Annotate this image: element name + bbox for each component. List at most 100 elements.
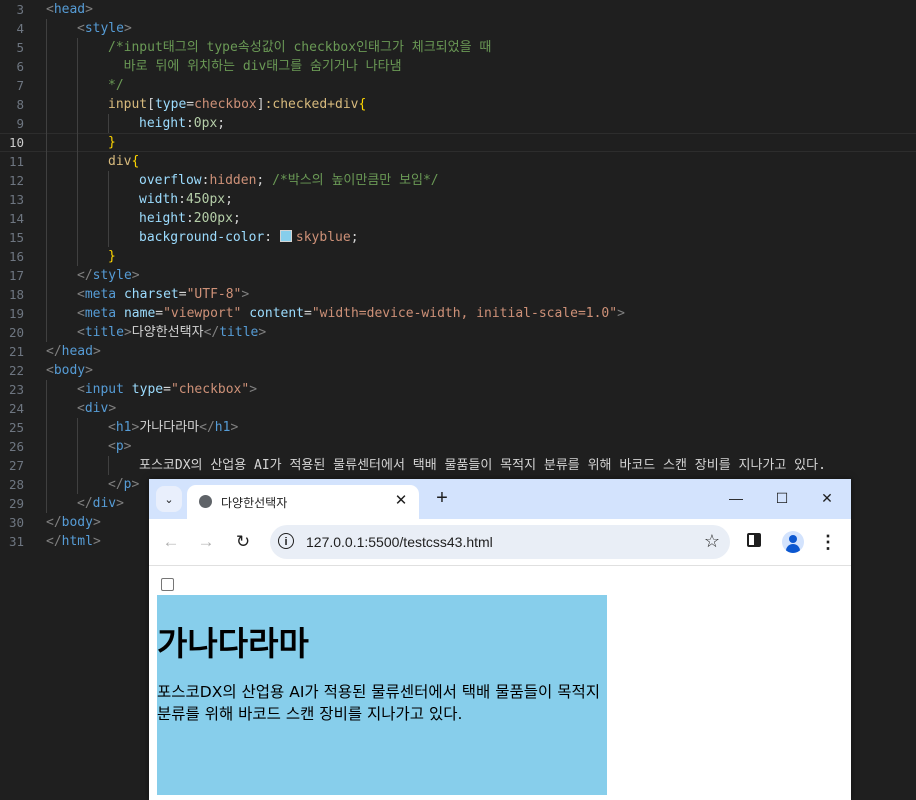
address-bar[interactable]: i 127.0.0.1:5500/testcss43.html ☆ [270,525,730,559]
maximize-button[interactable]: ☐ [760,485,804,511]
code-line[interactable]: 3 <head> [0,0,916,19]
line-number: 4 [16,21,24,36]
back-button[interactable]: ← [160,531,182,553]
bookmark-star-icon[interactable]: ☆ [704,531,720,552]
site-info-icon[interactable]: i [278,533,294,549]
code-token: </ [203,325,220,340]
indent-guide [77,114,78,133]
indent-guide [77,209,78,228]
code-token: 0px [193,116,218,131]
code-line[interactable]: 24 <div> [0,399,916,418]
code-line[interactable]: 5 /*input태그의 type속성값이 checkbox인태그가 체크되었을 … [0,38,916,57]
code-text: </style> [77,266,140,285]
indent-guide [77,95,78,114]
page-paragraph: 포스코DX의 산업용 AI가 적용된 물류센터에서 택배 물품들이 목적지 분류… [157,683,600,723]
indent-guide [46,95,47,114]
tab-close-button[interactable]: ✕ [391,491,411,511]
line-number: 19 [8,306,24,321]
indent-guide [46,38,47,57]
side-panel-icon[interactable] [747,533,761,547]
tab-search-button[interactable]: ⌄ [156,486,182,512]
code-line[interactable]: 11 div{ [0,152,916,171]
code-token: input [84,382,124,397]
code-line[interactable]: 6 바로 뒤에 위치하는 div태그를 숨기거나 나타냄 [0,57,916,76]
code-line[interactable]: 19 <meta name="viewport" content="width=d… [0,304,916,323]
code-token: title [84,325,124,340]
indent-guide [46,228,47,247]
code-line[interactable]: 18 <meta charset="UTF-8"> [0,285,916,304]
code-token: < [46,2,54,17]
code-line[interactable]: 8 input[type=checkbox]:checked+div{ [0,95,916,114]
code-token: charset [123,287,179,302]
chevron-down-icon: ⌄ [164,493,174,506]
code-line[interactable]: 23 <input type="checkbox"> [0,380,916,399]
minimize-button[interactable]: — [714,485,758,511]
code-token: height [139,116,186,131]
forward-button[interactable]: → [195,531,217,553]
code-token: html [61,534,93,549]
code-token: > [85,2,93,17]
code-line[interactable]: 21 </head> [0,342,916,361]
close-window-button[interactable]: ✕ [805,485,849,511]
demo-checkbox[interactable] [161,578,174,591]
code-token: ; [256,173,273,188]
url-text[interactable]: 127.0.0.1:5500/testcss43.html [306,534,493,550]
code-text: input[type=checkbox]:checked+div{ [108,95,366,114]
code-token: type [154,97,187,112]
code-line[interactable]: 26 <p> [0,437,916,456]
code-text: */ [108,76,124,95]
code-line[interactable]: 4 <style> [0,19,916,38]
code-token: style [92,268,132,283]
code-token: </ [46,515,62,530]
code-line[interactable]: 14 height:200px; [0,209,916,228]
page-viewport: 가나다라마 포스코DX의 산업용 AI가 적용된 물류센터에서 택배 물품들이 … [149,566,851,800]
code-token: ; [232,211,241,226]
code-token: "UTF-8" [186,287,242,302]
code-token: > [123,439,132,454]
code-line[interactable]: 22 <body> [0,361,916,380]
indent-guide [46,152,47,171]
code-token: } [108,249,116,264]
code-token: meta [84,287,117,302]
code-line[interactable]: 20 <title>다양한선택자</title> [0,323,916,342]
indent-guide [46,266,47,285]
browser-window: ⌄ 다양한선택자 ✕ + — ☐ ✕ ← → ↻ i 127.0.0.1:550… [149,479,851,800]
profile-avatar[interactable] [782,531,804,553]
code-line[interactable]: 10} [0,133,916,152]
code-line[interactable]: 7 */ [0,76,916,95]
code-token: = [178,287,187,302]
code-token: > [123,21,132,36]
indent-guide [46,190,47,209]
code-line[interactable]: 9 height:0px; [0,114,916,133]
code-token: meta [84,306,117,321]
page-heading: 가나다라마 [157,624,309,663]
code-line[interactable]: 16} [0,247,916,266]
indent-guide [46,76,47,95]
line-number: 6 [16,59,24,74]
code-token: : [178,192,186,207]
new-tab-button[interactable]: + [430,487,454,511]
code-text: <h1>가나다라마</h1> [108,418,238,437]
reload-button[interactable]: ↻ [232,531,254,553]
color-swatch-icon[interactable] [279,230,292,242]
code-line[interactable]: 25 <h1>가나다라마</h1> [0,418,916,437]
indent-guide [77,76,78,95]
code-token: > [92,534,101,549]
code-line[interactable]: 15 background-color: skyblue; [0,228,916,247]
tab-active[interactable]: 다양한선택자 ✕ [187,485,419,519]
code-token: 바로 뒤에 위치하는 div태그를 숨기거나 나타냄 [108,59,402,74]
code-token: div [84,401,109,416]
code-token: < [46,363,54,378]
code-token: > [249,382,258,397]
indent-guide [108,209,109,228]
menu-kebab-icon[interactable]: ⋮ [819,531,837,553]
code-line[interactable]: 27 포스코DX의 산업용 AI가 적용된 물류센터에서 택배 물품들이 목적지 … [0,456,916,475]
indent-guide [77,133,78,152]
indent-guide [46,57,47,76]
code-line[interactable]: 12 overflow:hidden; /*박스의 높이만큼만 보임*/ [0,171,916,190]
code-text: } [108,133,116,152]
code-token: input [108,97,148,112]
code-line[interactable]: 13 width:450px; [0,190,916,209]
code-line[interactable]: 17 </style> [0,266,916,285]
